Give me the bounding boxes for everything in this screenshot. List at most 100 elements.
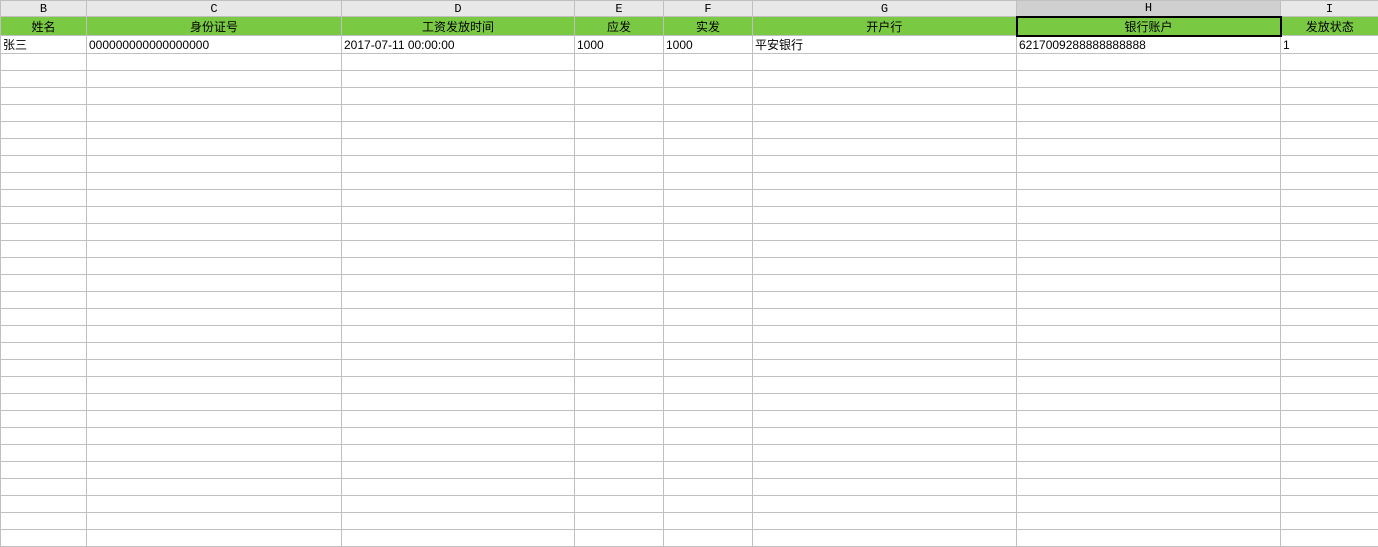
cell[interactable] xyxy=(1281,71,1378,88)
cell[interactable] xyxy=(664,360,753,377)
cell[interactable] xyxy=(753,88,1017,105)
cell[interactable] xyxy=(575,190,664,207)
cell[interactable] xyxy=(342,292,575,309)
cell[interactable] xyxy=(1,88,87,105)
cell[interactable] xyxy=(87,207,342,224)
cell[interactable]: 1000 xyxy=(664,36,753,54)
cell[interactable] xyxy=(753,496,1017,513)
cell[interactable] xyxy=(1,139,87,156)
cell[interactable] xyxy=(1,343,87,360)
cell[interactable] xyxy=(575,173,664,190)
cell[interactable] xyxy=(753,360,1017,377)
cell[interactable] xyxy=(87,241,342,258)
cell[interactable] xyxy=(575,377,664,394)
cell[interactable] xyxy=(664,139,753,156)
cell[interactable] xyxy=(753,309,1017,326)
cell[interactable] xyxy=(1,360,87,377)
cell[interactable] xyxy=(664,292,753,309)
cell[interactable] xyxy=(342,54,575,71)
cell[interactable] xyxy=(1281,377,1378,394)
cell[interactable] xyxy=(87,54,342,71)
cell[interactable] xyxy=(87,224,342,241)
cell[interactable] xyxy=(753,513,1017,530)
cell[interactable] xyxy=(753,275,1017,292)
cell[interactable] xyxy=(575,479,664,496)
cell[interactable] xyxy=(664,54,753,71)
cell[interactable] xyxy=(1281,122,1378,139)
cell[interactable] xyxy=(753,411,1017,428)
cell[interactable] xyxy=(87,105,342,122)
column-letter-D[interactable]: D xyxy=(342,1,575,17)
cell[interactable] xyxy=(87,513,342,530)
cell[interactable] xyxy=(575,122,664,139)
cell[interactable] xyxy=(1281,360,1378,377)
cell[interactable] xyxy=(575,394,664,411)
cell[interactable] xyxy=(1017,190,1281,207)
cell[interactable] xyxy=(1,377,87,394)
cell[interactable] xyxy=(664,428,753,445)
cell[interactable] xyxy=(575,411,664,428)
cell[interactable] xyxy=(1281,513,1378,530)
cell[interactable] xyxy=(1017,207,1281,224)
cell[interactable] xyxy=(1281,462,1378,479)
cell[interactable] xyxy=(575,462,664,479)
column-header[interactable]: 实发 xyxy=(664,17,753,36)
cell[interactable] xyxy=(664,156,753,173)
cell[interactable] xyxy=(1281,139,1378,156)
column-letter-E[interactable]: E xyxy=(575,1,664,17)
cell[interactable] xyxy=(664,173,753,190)
cell[interactable] xyxy=(87,445,342,462)
cell[interactable] xyxy=(1281,343,1378,360)
cell[interactable] xyxy=(1017,156,1281,173)
cell[interactable] xyxy=(753,479,1017,496)
cell[interactable] xyxy=(87,275,342,292)
cell[interactable] xyxy=(664,462,753,479)
cell[interactable] xyxy=(1281,190,1378,207)
cell[interactable] xyxy=(1,292,87,309)
cell[interactable] xyxy=(342,394,575,411)
cell[interactable] xyxy=(1017,224,1281,241)
cell[interactable] xyxy=(342,241,575,258)
cell[interactable] xyxy=(1017,513,1281,530)
cell[interactable] xyxy=(664,326,753,343)
cell[interactable] xyxy=(87,173,342,190)
column-letter-I[interactable]: I xyxy=(1281,1,1378,17)
cell[interactable] xyxy=(1017,275,1281,292)
cell[interactable] xyxy=(1,258,87,275)
cell[interactable] xyxy=(575,224,664,241)
cell[interactable] xyxy=(753,462,1017,479)
cell[interactable] xyxy=(1017,241,1281,258)
cell[interactable] xyxy=(753,326,1017,343)
cell[interactable] xyxy=(664,122,753,139)
cell[interactable] xyxy=(1281,156,1378,173)
column-letter-B[interactable]: B xyxy=(1,1,87,17)
cell[interactable] xyxy=(342,105,575,122)
cell[interactable] xyxy=(664,207,753,224)
cell[interactable] xyxy=(87,326,342,343)
cell[interactable] xyxy=(575,71,664,88)
cell[interactable] xyxy=(664,309,753,326)
column-header[interactable]: 身份证号 xyxy=(87,17,342,36)
cell[interactable] xyxy=(87,496,342,513)
cell[interactable] xyxy=(753,445,1017,462)
spreadsheet-table[interactable]: BCDEFGHI姓名身份证号工资发放时间应发实发开户行银行账户发放状态张三000… xyxy=(0,0,1378,547)
cell[interactable] xyxy=(1017,445,1281,462)
cell[interactable] xyxy=(664,105,753,122)
cell[interactable] xyxy=(1,428,87,445)
cell[interactable] xyxy=(1281,292,1378,309)
cell[interactable] xyxy=(1017,54,1281,71)
cell[interactable] xyxy=(1,513,87,530)
column-header[interactable]: 银行账户 xyxy=(1017,17,1281,36)
cell[interactable] xyxy=(1281,88,1378,105)
cell[interactable] xyxy=(664,71,753,88)
cell[interactable] xyxy=(342,156,575,173)
cell[interactable] xyxy=(87,309,342,326)
cell[interactable] xyxy=(1017,377,1281,394)
cell[interactable] xyxy=(1281,411,1378,428)
cell[interactable] xyxy=(753,156,1017,173)
cell[interactable] xyxy=(1,479,87,496)
cell[interactable] xyxy=(87,377,342,394)
cell[interactable] xyxy=(342,428,575,445)
cell[interactable] xyxy=(1281,394,1378,411)
cell[interactable] xyxy=(1281,326,1378,343)
